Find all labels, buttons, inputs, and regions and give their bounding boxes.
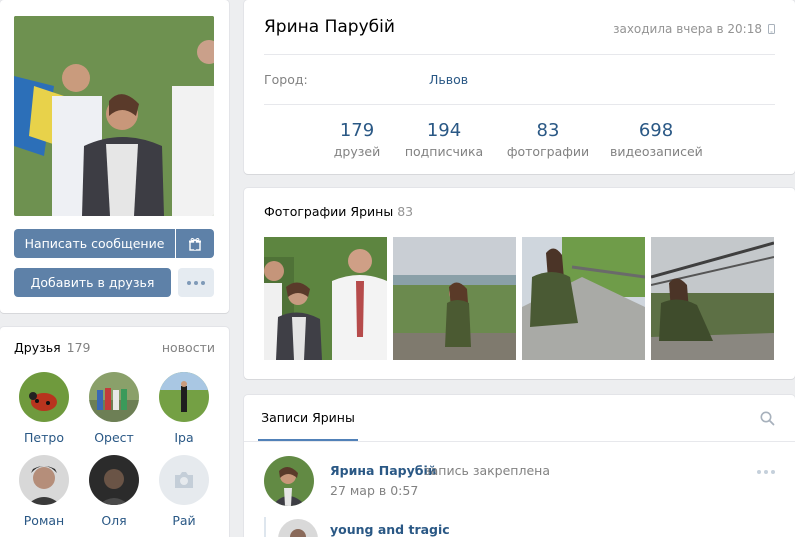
counter-label: подписчика <box>404 144 484 159</box>
gift-icon <box>189 237 201 251</box>
counter-number: 698 <box>638 120 674 141</box>
friend-item[interactable]: Рай <box>154 455 214 528</box>
divider <box>264 104 775 105</box>
friend-name: Орест <box>94 430 134 445</box>
friends-count: 179 <box>66 340 91 355</box>
photo-image <box>393 237 516 360</box>
friends-card: Друзья 179 новости Петро Орест Іра Роман… <box>0 327 229 537</box>
friend-avatar <box>19 372 69 422</box>
friend-item[interactable]: Іра <box>154 372 214 445</box>
more-icon <box>187 280 205 285</box>
counter-label: видеозаписей <box>610 144 703 159</box>
photos-header[interactable]: Фотографии Ярины 83 <box>264 204 413 219</box>
last-seen: заходила вчера в 20:18 <box>613 22 775 36</box>
friends-title[interactable]: Друзья <box>14 340 61 355</box>
post-author-avatar[interactable] <box>264 456 314 506</box>
profile-photo-image <box>14 16 214 216</box>
profile-info-card: Ярина Парубій заходила вчера в 20:18 Гор… <box>244 0 795 174</box>
friend-avatar <box>89 372 139 422</box>
friend-avatar <box>19 455 69 505</box>
gift-button[interactable] <box>176 229 214 258</box>
friend-name: Рай <box>172 513 196 528</box>
post-pinned-label: запись закреплена <box>424 463 550 478</box>
friend-avatar <box>159 455 209 505</box>
friend-name: Оля <box>101 513 127 528</box>
profile-photo[interactable] <box>14 16 214 216</box>
counter-friends[interactable]: 179 друзей <box>332 120 382 159</box>
profile-name: Ярина Парубій <box>264 17 395 37</box>
friend-name: Роман <box>23 513 65 528</box>
counter-number: 194 <box>426 120 462 141</box>
counter-label: фотографии <box>506 144 590 159</box>
more-icon <box>757 470 775 474</box>
friend-avatar <box>89 455 139 505</box>
counter-followers[interactable]: 194 подписчика <box>402 120 486 159</box>
photos-card: Фотографии Ярины 83 <box>244 188 795 379</box>
photo-thumbnail[interactable] <box>264 237 387 360</box>
send-message-button[interactable]: Написать сообщение <box>14 229 175 258</box>
friends-news-link[interactable]: новости <box>162 340 215 355</box>
friend-item[interactable]: Роман <box>14 455 74 528</box>
counter-number: 179 <box>339 120 375 141</box>
repost-divider <box>264 517 266 537</box>
post-author-name[interactable]: Ярина Парубій <box>330 463 437 478</box>
photo-thumbnail[interactable] <box>651 237 774 360</box>
counter-label: друзей <box>333 144 381 159</box>
post-date[interactable]: 27 мар в 0:57 <box>330 483 418 498</box>
photo-thumbnail[interactable] <box>522 237 645 360</box>
photo-image <box>522 237 645 360</box>
city-label: Город: <box>264 72 308 87</box>
divider <box>264 54 775 55</box>
divider <box>244 441 795 442</box>
friend-avatar <box>159 372 209 422</box>
counter-videos[interactable]: 698 видеозаписей <box>610 120 703 159</box>
repost-avatar[interactable] <box>278 519 318 537</box>
camera-icon <box>175 472 193 488</box>
phone-icon <box>768 24 775 34</box>
friend-item[interactable]: Орест <box>84 372 144 445</box>
friends-header: Друзья 179 новости <box>14 340 215 355</box>
wall-card: Записи Ярины Ярина Парубій запись закреп… <box>244 395 795 537</box>
last-seen-text: заходила вчера в 20:18 <box>613 22 762 36</box>
photos-title: Фотографии Ярины <box>264 204 394 219</box>
photo-image <box>651 237 774 360</box>
repost-source-name[interactable]: young and tragic <box>330 522 450 537</box>
photos-count: 83 <box>397 204 414 219</box>
friend-name: Іра <box>174 430 194 445</box>
counter-number: 83 <box>536 120 560 141</box>
avatar-card: Написать сообщение Добавить в друзья <box>0 0 229 313</box>
counter-photos[interactable]: 83 фотографии <box>506 120 590 159</box>
search-icon <box>760 411 775 426</box>
photo-image <box>264 237 387 360</box>
add-friend-button[interactable]: Добавить в друзья <box>14 268 171 297</box>
friend-item[interactable]: Петро <box>14 372 74 445</box>
friend-item[interactable]: Оля <box>84 455 144 528</box>
city-link[interactable]: Львов <box>429 72 468 87</box>
photo-thumbnail[interactable] <box>393 237 516 360</box>
wall-search-button[interactable] <box>760 411 775 429</box>
post-menu-button[interactable] <box>757 470 775 474</box>
tab-wall-posts[interactable]: Записи Ярины <box>258 395 358 441</box>
friend-name: Петро <box>24 430 64 445</box>
more-actions-button[interactable] <box>178 268 214 297</box>
